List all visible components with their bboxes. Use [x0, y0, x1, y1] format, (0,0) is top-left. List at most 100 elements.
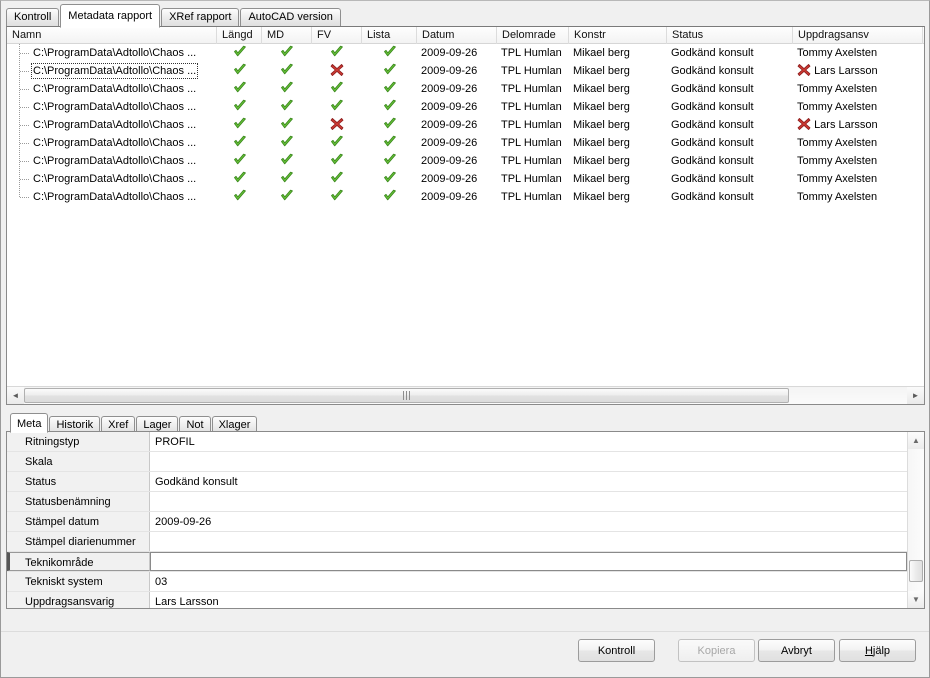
- property-value[interactable]: PROFIL: [150, 432, 907, 451]
- cell-md[interactable]: [262, 170, 312, 188]
- cell-status[interactable]: Godkänd konsult: [667, 134, 793, 152]
- cell-status[interactable]: Godkänd konsult: [667, 170, 793, 188]
- cell-langd[interactable]: [217, 80, 262, 98]
- property-row[interactable]: Tekniskt system 03: [7, 572, 907, 592]
- property-value[interactable]: [150, 552, 907, 571]
- property-value[interactable]: Godkänd konsult: [150, 472, 907, 491]
- cell-namn[interactable]: C:\ProgramData\Adtollo\Chaos ...: [7, 62, 217, 80]
- column-header-md[interactable]: MD: [262, 27, 312, 44]
- cell-konstr[interactable]: Mikael berg: [569, 62, 667, 80]
- cell-md[interactable]: [262, 80, 312, 98]
- cell-datum[interactable]: 2009-09-26: [417, 152, 497, 170]
- cell-namn[interactable]: C:\ProgramData\Adtollo\Chaos ...: [7, 134, 217, 152]
- cell-lista[interactable]: [362, 152, 417, 170]
- property-row[interactable]: Teknikområde: [7, 552, 907, 572]
- cell-namn[interactable]: C:\ProgramData\Adtollo\Chaos ...: [7, 188, 217, 206]
- cell-datum[interactable]: 2009-09-26: [417, 80, 497, 98]
- cell-datum[interactable]: 2009-09-26: [417, 116, 497, 134]
- cell-uppdragsansv[interactable]: Tommy Axelsten: [793, 44, 923, 62]
- cell-md[interactable]: [262, 152, 312, 170]
- main-tab-metadata-rapport[interactable]: Metadata rapport: [60, 4, 161, 28]
- button-kontroll[interactable]: Kontroll: [578, 639, 655, 662]
- cell-konstr[interactable]: Mikael berg: [569, 152, 667, 170]
- main-tab-autocad-version[interactable]: AutoCAD version: [240, 8, 341, 27]
- column-header-status[interactable]: Status: [667, 27, 793, 44]
- cell-fv[interactable]: [312, 134, 362, 152]
- detail-tab-xref[interactable]: Xref: [101, 416, 136, 432]
- cell-namn[interactable]: C:\ProgramData\Adtollo\Chaos ...: [7, 44, 217, 62]
- detail-tab-not[interactable]: Not: [179, 416, 211, 432]
- property-row[interactable]: Stämpel datum 2009-09-26: [7, 512, 907, 532]
- column-header-namn[interactable]: Namn: [7, 27, 217, 44]
- property-value[interactable]: 2009-09-26: [150, 512, 907, 531]
- detail-tab-meta[interactable]: Meta: [10, 413, 49, 433]
- cell-langd[interactable]: [217, 170, 262, 188]
- horizontal-scrollbar[interactable]: ◄ ►: [7, 386, 924, 404]
- report-row[interactable]: C:\ProgramData\Adtollo\Chaos ... 2009-09-…: [7, 170, 924, 188]
- cell-lista[interactable]: [362, 116, 417, 134]
- button-hj-lp[interactable]: Hjälp: [839, 639, 916, 662]
- column-header-row[interactable]: Namn Längd MD FV Lista Datum Delomrade Konstr St…: [7, 27, 924, 44]
- cell-konstr[interactable]: Mikael berg: [569, 116, 667, 134]
- cell-namn[interactable]: C:\ProgramData\Adtollo\Chaos ...: [7, 98, 217, 116]
- property-vertical-scrollbar[interactable]: ▲ ▼: [907, 432, 924, 608]
- cell-lista[interactable]: [362, 44, 417, 62]
- cell-fv[interactable]: [312, 44, 362, 62]
- cell-langd[interactable]: [217, 188, 262, 206]
- scroll-up-arrow-icon[interactable]: ▲: [908, 432, 924, 449]
- cell-datum[interactable]: 2009-09-26: [417, 188, 497, 206]
- cell-uppdragsansv[interactable]: Lars Larsson: [793, 116, 923, 134]
- cell-langd[interactable]: [217, 116, 262, 134]
- report-row[interactable]: C:\ProgramData\Adtollo\Chaos ... 2009-09-…: [7, 188, 924, 206]
- cell-uppdragsansv[interactable]: Lars Larsson: [793, 62, 923, 80]
- cell-datum[interactable]: 2009-09-26: [417, 44, 497, 62]
- cell-langd[interactable]: [217, 134, 262, 152]
- cell-delomrade[interactable]: TPL Humlan: [497, 188, 569, 206]
- scroll-down-arrow-icon[interactable]: ▼: [908, 591, 924, 608]
- report-row[interactable]: C:\ProgramData\Adtollo\Chaos ... 2009-09-…: [7, 62, 924, 80]
- cell-namn[interactable]: C:\ProgramData\Adtollo\Chaos ...: [7, 116, 217, 134]
- report-row[interactable]: C:\ProgramData\Adtollo\Chaos ... 2009-09-…: [7, 98, 924, 116]
- report-row[interactable]: C:\ProgramData\Adtollo\Chaos ... 2009-09-…: [7, 44, 924, 62]
- property-row[interactable]: Status Godkänd konsult: [7, 472, 907, 492]
- column-header-l-ngd[interactable]: Längd: [217, 27, 262, 44]
- cell-namn[interactable]: C:\ProgramData\Adtollo\Chaos ...: [7, 152, 217, 170]
- detail-tab-xlager[interactable]: Xlager: [211, 416, 258, 432]
- cell-fv[interactable]: [312, 62, 362, 80]
- cell-datum[interactable]: 2009-09-26: [417, 98, 497, 116]
- cell-fv[interactable]: [312, 80, 362, 98]
- cell-uppdragsansv[interactable]: Tommy Axelsten: [793, 188, 923, 206]
- property-row[interactable]: Statusbenämning: [7, 492, 907, 512]
- cell-md[interactable]: [262, 98, 312, 116]
- scroll-left-arrow-icon[interactable]: ◄: [7, 387, 24, 404]
- cell-status[interactable]: Godkänd konsult: [667, 188, 793, 206]
- cell-langd[interactable]: [217, 98, 262, 116]
- column-header-fv[interactable]: FV: [312, 27, 362, 44]
- cell-konstr[interactable]: Mikael berg: [569, 44, 667, 62]
- cell-langd[interactable]: [217, 44, 262, 62]
- cell-delomrade[interactable]: TPL Humlan: [497, 44, 569, 62]
- detail-tab-historik[interactable]: Historik: [49, 416, 101, 432]
- hscroll-thumb[interactable]: [24, 388, 789, 403]
- property-value[interactable]: Lars Larsson: [150, 592, 907, 608]
- cell-fv[interactable]: [312, 116, 362, 134]
- cell-delomrade[interactable]: TPL Humlan: [497, 80, 569, 98]
- cell-uppdragsansv[interactable]: Tommy Axelsten: [793, 80, 923, 98]
- cell-lista[interactable]: [362, 134, 417, 152]
- cell-status[interactable]: Godkänd konsult: [667, 152, 793, 170]
- cell-delomrade[interactable]: TPL Humlan: [497, 134, 569, 152]
- cell-lista[interactable]: [362, 98, 417, 116]
- cell-delomrade[interactable]: TPL Humlan: [497, 116, 569, 134]
- cell-delomrade[interactable]: TPL Humlan: [497, 98, 569, 116]
- main-tab-xref-rapport[interactable]: XRef rapport: [161, 8, 240, 27]
- scroll-right-arrow-icon[interactable]: ►: [907, 387, 924, 404]
- cell-konstr[interactable]: Mikael berg: [569, 188, 667, 206]
- cell-md[interactable]: [262, 188, 312, 206]
- cell-delomrade[interactable]: TPL Humlan: [497, 170, 569, 188]
- cell-konstr[interactable]: Mikael berg: [569, 134, 667, 152]
- column-header-delomrade[interactable]: Delomrade: [497, 27, 569, 44]
- cell-datum[interactable]: 2009-09-26: [417, 134, 497, 152]
- cell-fv[interactable]: [312, 98, 362, 116]
- cell-status[interactable]: Godkänd konsult: [667, 62, 793, 80]
- detail-tab-lager[interactable]: Lager: [136, 416, 179, 432]
